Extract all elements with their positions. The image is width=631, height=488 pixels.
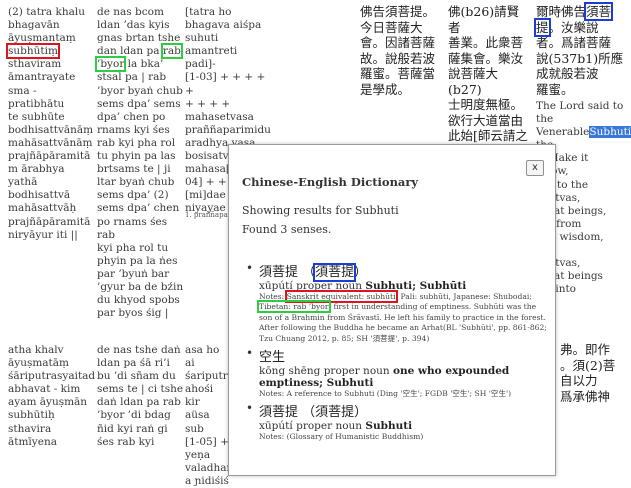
- entry-notes: Notes: Sanskrit equivalent: subhūti; Pal…: [257, 290, 547, 343]
- text-line: āyuṣmantaṃ: [8, 32, 76, 45]
- entry-notes: Notes: (Glossary of Humanistic Buddhism): [259, 432, 424, 442]
- list-item: 須菩提 （須菩提） xūpútí proper noun Subhuti; Su…: [246, 261, 549, 344]
- text-line: ’byor la bka’: [94, 56, 164, 73]
- text-line: phyin pa la ṅes: [97, 254, 178, 267]
- chinese-line-1: 爾時佛告須菩: [536, 2, 614, 21]
- text-line: kyi pha rol tu: [97, 241, 169, 254]
- text-line: par byos śig |: [97, 307, 169, 320]
- subhuti-cjk-highlight-b: 提: [534, 17, 551, 37]
- sanskrit-column-top: (2) tatra khalu bhagavān āyuṣmantaṃ subhūti…: [6, 6, 96, 242]
- chinese-lines-rest: 者。爲諸菩薩 說(537b1)所應 成就般若波 羅蜜。: [536, 35, 624, 97]
- query-term: Subhuti: [354, 204, 399, 217]
- entry-notes: Notes: A reference to Subhuti (Ding '空生'…: [259, 389, 512, 399]
- tibetan-equivalent-highlight: Tibetan: rab ’byor: [257, 300, 331, 314]
- subhutim-highlight: subhūtiṃ: [6, 43, 60, 60]
- sense-list: 須菩提 （須菩提） xūpútí proper noun Subhuti; Su…: [246, 261, 549, 445]
- text-line: te subhūte: [8, 110, 65, 123]
- text-line: niryāyur iti ||: [8, 228, 78, 241]
- text-line: ltar byaṅ chub: [97, 176, 175, 189]
- chinese-column-bottom: 弗。即作 。須(2)菩 自以力 爲承佛神: [560, 342, 616, 404]
- list-item: 空生 kōng shēng proper noun one who expoun…: [246, 346, 549, 399]
- tibetan-column-top: de nas bcom ldan ’das kyis gnas brtan tshe…: [94, 6, 187, 320]
- rab-byor-highlight: rab: [160, 43, 183, 60]
- text-line: sems dpa’ (2): [97, 189, 169, 202]
- text-line: sems dpa’ chen: [97, 202, 180, 215]
- list-item: 須菩提 （須菩提） xūpútí proper noun Subhuti Not…: [246, 401, 549, 442]
- text-line: dan ldan pa rab: [97, 43, 183, 60]
- headword-highlight: 須菩提: [313, 263, 357, 282]
- text-line: ’byor byaṅ chub: [97, 84, 183, 97]
- chinese-column-1: 佛告須菩提。 今日菩薩大 會。因諸菩薩 故。說般若波 羅蜜。菩薩當 是學成。: [360, 4, 436, 97]
- rab-byor-highlight: ’byor: [94, 56, 127, 73]
- text-line: mahāsattvānāṃ: [8, 136, 93, 149]
- text-line: sthaviram: [8, 58, 62, 71]
- close-button[interactable]: x: [526, 160, 544, 176]
- dictionary-dialog: x Chinese-English Dictionary Showing res…: [228, 144, 556, 476]
- text-line: du khyod spobs: [97, 294, 180, 307]
- text-line: brtsams te | ji: [97, 163, 171, 176]
- text-line: sma - pratibhātu: [8, 84, 65, 110]
- text-line: tu phyin pa las: [97, 150, 176, 163]
- text-line: rnams kyi śes: [97, 123, 170, 136]
- text-line: gnas brtan tshe: [97, 32, 181, 45]
- text-line: rab kyi pha rol: [97, 136, 176, 149]
- headword: 須菩提 （須菩提）: [259, 405, 368, 421]
- headword: 須菩提 （須菩提）: [259, 263, 368, 282]
- text-line: stsal pa | rab: [97, 71, 167, 84]
- result-count: Found 3 senses.: [242, 223, 332, 236]
- text-line: subhūtiṃ: [6, 43, 96, 60]
- gandhari-column-bottom: asa ho ai śariputra ahośi kir aüsa sub […: [185, 344, 235, 487]
- text-line: ldan ’das kyis: [97, 19, 170, 32]
- pinyin-line: xūpútí proper noun Subhuti; Subhūti: [259, 280, 467, 292]
- text-line: (2) tatra khalu: [8, 6, 86, 18]
- text-line: par ’byuṅ bar: [97, 267, 170, 280]
- text-line: bhagavān: [8, 19, 60, 32]
- selected-word-subhuti[interactable]: Subhuti: [589, 126, 631, 139]
- text-line: bodhisattvānāṃ: [8, 123, 94, 136]
- dialog-title: Chinese-English Dictionary: [242, 175, 419, 189]
- chinese-line-2: 提。汝樂說: [534, 17, 599, 37]
- text-line: m ārabhya yathā: [8, 163, 65, 189]
- text-line: prajñāpāramitā: [8, 150, 91, 163]
- text-line: prajñāpāramitā: [8, 215, 91, 228]
- text-line: po rnams śes rab: [97, 215, 168, 241]
- pinyin-line: kōng shēng proper noun one who expounded…: [259, 365, 510, 390]
- text-line: bodhisattvā: [8, 189, 71, 202]
- pinyin-line: xūpútí proper noun Subhuti: [259, 420, 413, 433]
- text-line: ’gyur ba de bźin: [97, 280, 184, 293]
- subhuti-cjk-highlight-a: 須菩: [584, 2, 614, 21]
- text-line: dpa’ chen po: [97, 110, 166, 123]
- text-line: mahāsattvāḥ: [8, 202, 77, 215]
- search-summary: Showing results for Subhuti: [242, 204, 399, 217]
- tibetan-column-bottom: de nas tshe daṅ ldan pa śā ri’i bu ’di s…: [97, 344, 184, 448]
- text-line: āmantrayate: [8, 71, 76, 84]
- sanskrit-equivalent-highlight: Sanskrit equivalent: subhūti: [284, 290, 398, 303]
- headword: 空生: [259, 350, 286, 366]
- text-line: sems dpa’ sems: [97, 97, 181, 110]
- sanskrit-column-bottom: atha khalv āyuṣmatāṃ śāriputrasyaitad ab…: [8, 344, 96, 448]
- text-line: de nas bcom: [97, 6, 164, 18]
